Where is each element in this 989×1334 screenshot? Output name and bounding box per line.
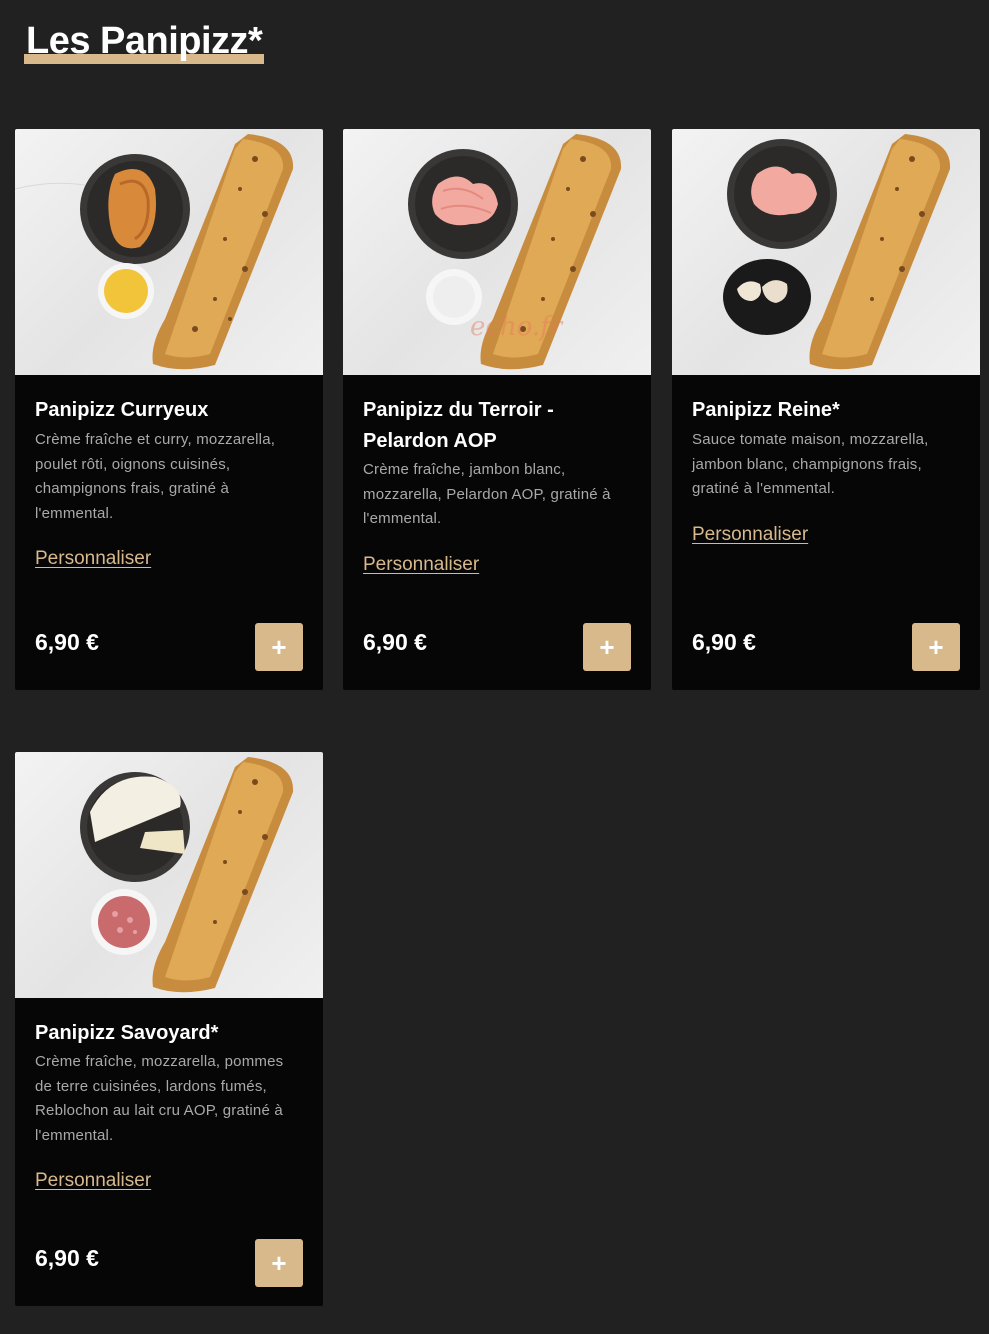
product-description: Crème fraîche et curry, mozzarella, poul… [35, 431, 276, 522]
product-price: 6,90 € [35, 1245, 99, 1271]
product-image-savoyard[interactable] [15, 752, 323, 998]
product-description: Crème fraîche, mozzarella, pommes de ter… [35, 1053, 284, 1144]
add-to-cart-button[interactable]: + [255, 1239, 303, 1287]
add-to-cart-button[interactable]: + [583, 623, 631, 671]
customize-link[interactable]: Personnaliser [35, 1170, 151, 1192]
product-price: 6,90 € [363, 629, 427, 655]
customize-link[interactable]: Personnaliser [692, 524, 808, 546]
watermark: echo.fr [470, 312, 563, 342]
add-to-cart-button[interactable]: + [255, 623, 303, 671]
product-description: Sauce tomate maison, mozzarella, jambon … [692, 431, 929, 497]
customize-link[interactable]: Personnaliser [35, 548, 151, 570]
product-price: 6,90 € [692, 629, 756, 655]
add-to-cart-button[interactable]: + [912, 623, 960, 671]
plus-icon: + [271, 632, 287, 662]
product-card[interactable]: Panipizz Curryeux Crème fraîche et curry… [15, 129, 323, 690]
product-name: Panipizz Curryeux [35, 399, 209, 421]
product-image-reine[interactable] [672, 129, 980, 375]
product-card[interactable]: Panipizz Savoyard* Crème fraîche, mozzar… [15, 752, 323, 1306]
product-card[interactable]: Panipizz Reine* Sauce tomate maison, moz… [672, 129, 980, 690]
customize-link[interactable]: Personnaliser [363, 554, 479, 576]
product-name: Panipizz du Terroir - Pelardon AOP [363, 399, 554, 452]
product-card[interactable]: Panipizz du Terroir - Pelardon AOP Crème… [343, 129, 651, 690]
product-name: Panipizz Savoyard* [35, 1022, 219, 1044]
product-price: 6,90 € [35, 629, 99, 655]
product-description: Crème fraîche, jambon blanc, mozzarella,… [363, 461, 611, 527]
product-image-curryeux[interactable] [15, 129, 323, 375]
section-title: Les Panipizz* [24, 18, 265, 64]
plus-icon: + [271, 1248, 287, 1278]
plus-icon: + [599, 632, 615, 662]
product-name: Panipizz Reine* [692, 399, 840, 421]
plus-icon: + [928, 632, 944, 662]
